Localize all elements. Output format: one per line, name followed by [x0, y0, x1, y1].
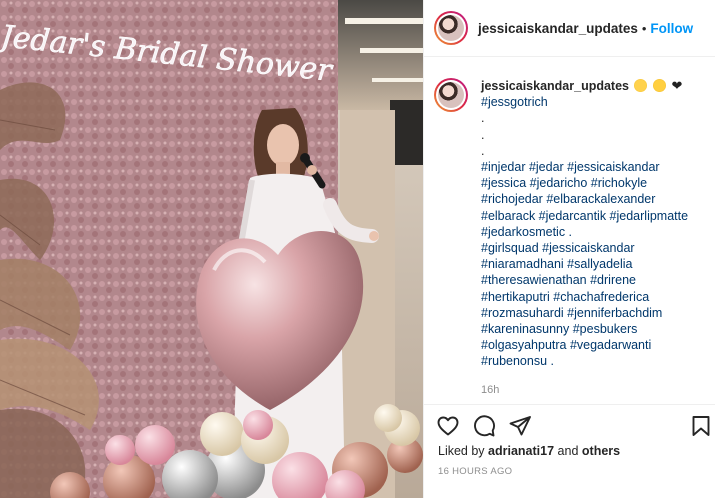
caption-body: jessicaiskandar_updates ❤ #jessgotrich .… [481, 78, 688, 398]
hashtag-line[interactable]: #jessica #jedaricho #richokyle [481, 175, 688, 191]
sad-face-icon [634, 79, 648, 92]
avatar[interactable] [434, 11, 468, 45]
hashtag-line[interactable]: #hertikaputri #chachafrederica [481, 289, 688, 305]
comment-icon[interactable] [472, 414, 496, 438]
likes-prefix: Liked by [438, 444, 485, 458]
follow-button[interactable]: Follow [650, 21, 693, 36]
likes-summary: Liked by adrianati17 and others [438, 444, 620, 458]
bookmark-icon[interactable] [689, 414, 713, 438]
hashtag-line[interactable]: #richojedar #elbarackalexander [481, 191, 688, 207]
post-timestamp[interactable]: 16 HOURS AGO [438, 466, 512, 477]
photo-scene: Jedar's Bridal Shower [0, 0, 423, 498]
liked-by-user[interactable]: adrianati17 [488, 444, 554, 458]
caption-username[interactable]: jessicaiskandar_updates [481, 79, 629, 93]
post-header: jessicaiskandar_updates • Follow [424, 0, 715, 57]
separator-dot: • [641, 20, 647, 36]
caption-dot: . [481, 111, 485, 126]
likes-others-link[interactable]: others [582, 444, 620, 458]
action-bar [424, 404, 715, 444]
hashtag-line[interactable]: #jedarkosmetic . [481, 224, 688, 240]
likes-and: and [557, 444, 579, 458]
caption-time[interactable]: 16h [481, 382, 688, 398]
post-photo[interactable]: Jedar's Bridal Shower [0, 0, 423, 498]
post-username[interactable]: jessicaiskandar_updates [478, 21, 638, 36]
hashtag-line[interactable]: #girlsquad #jessicaiskandar [481, 240, 688, 256]
hashtag-line[interactable]: #rubenonsu . [481, 353, 688, 369]
caption-dot: . [481, 143, 485, 158]
send-icon[interactable] [508, 414, 532, 438]
hashtag-line[interactable]: #elbarack #jedarcantik #jedarlipmatte [481, 208, 688, 224]
caption: jessicaiskandar_updates ❤ #jessgotrich .… [434, 78, 709, 398]
hashtag-line[interactable]: #theresawienathan #drirene [481, 272, 688, 288]
post-panel: jessicaiskandar_updates • Follow jessica… [423, 0, 715, 498]
black-heart-icon: ❤ [671, 78, 683, 93]
hashtag-line[interactable]: #rozmasuhardi #jenniferbachdim [481, 305, 688, 321]
heart-icon[interactable] [436, 414, 460, 438]
hashtag[interactable]: #jessgotrich [481, 94, 688, 110]
caption-dot: . [481, 127, 485, 142]
hashtag-line[interactable]: #injedar #jedar #jessicaiskandar [481, 159, 688, 175]
grimace-face-icon [652, 79, 666, 92]
hashtag-line[interactable]: #olgasyahputra #vegadarwanti [481, 337, 688, 353]
hashtag-line[interactable]: #kareninasunny #pesbukers [481, 321, 688, 337]
caption-avatar[interactable] [434, 78, 468, 112]
hashtag-line[interactable]: #niaramadhani #sallyadelia [481, 256, 688, 272]
